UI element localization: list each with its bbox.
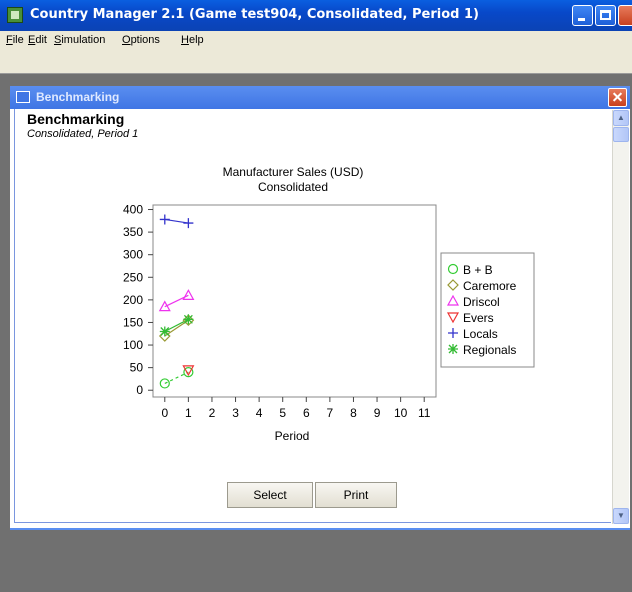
print-button[interactable]: Print — [315, 482, 397, 508]
app-icon[interactable] — [7, 7, 23, 23]
maximize-icon[interactable] — [595, 5, 616, 26]
menu-options[interactable]: Options — [122, 34, 160, 46]
report-heading: Benchmarking — [27, 111, 125, 127]
benchmarking-window: Benchmarking — [10, 86, 630, 528]
menu-help[interactable]: Help — [181, 34, 204, 46]
window-icon — [16, 91, 30, 103]
window-title: Country Manager 2.1 (Game test904, Conso… — [30, 7, 479, 22]
child-title-bar[interactable]: Benchmarking — [10, 86, 630, 109]
scroll-up-icon[interactable]: ▲ — [613, 110, 629, 126]
vertical-scrollbar[interactable]: ▲ ▼ — [612, 110, 629, 524]
toolbar — [0, 49, 632, 74]
close-icon[interactable] — [608, 88, 627, 107]
scroll-down-icon[interactable]: ▼ — [613, 508, 629, 524]
menu-simulation[interactable]: Simulation — [54, 34, 105, 46]
scroll-thumb[interactable] — [613, 127, 629, 142]
window-border — [10, 528, 630, 530]
report-subheading: Consolidated, Period 1 — [27, 128, 139, 140]
close-icon[interactable] — [618, 5, 632, 26]
child-title: Benchmarking — [36, 90, 120, 104]
menu-file[interactable]: File — [6, 34, 24, 46]
select-button[interactable]: Select — [227, 482, 313, 508]
report-area — [14, 109, 611, 523]
minimize-icon[interactable] — [572, 5, 593, 26]
menu-bar: File Edit Simulation Options Help — [0, 31, 632, 49]
title-bar: Country Manager 2.1 (Game test904, Conso… — [0, 0, 632, 31]
menu-edit[interactable]: Edit — [28, 34, 47, 46]
